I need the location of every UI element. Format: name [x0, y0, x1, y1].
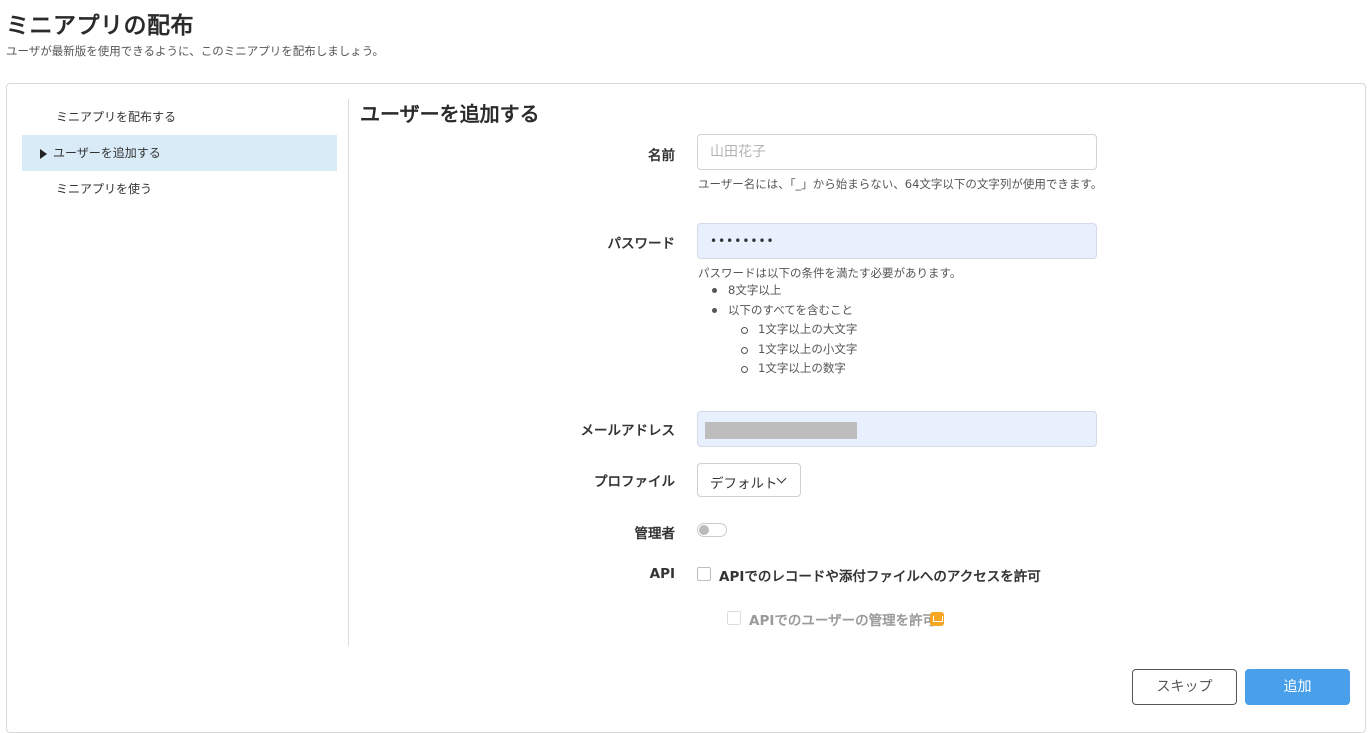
name-hint: ユーザー名には、「_」から始まらない、64文字以下の文字列が使用できます。 — [698, 177, 1103, 191]
password-subrule: 1文字以上の小文字 — [698, 340, 961, 360]
password-rule: 8文字以上 — [698, 281, 961, 301]
page-title: ミニアプリの配布 — [6, 13, 194, 39]
password-rule: 以下のすべてを含むこと — [698, 301, 961, 321]
profile-select-value: デフォルト — [710, 476, 778, 492]
api-user-mgmt-checkbox[interactable] — [727, 611, 741, 625]
admin-label: 管理者 — [634, 526, 676, 542]
current-step-arrow-icon — [40, 149, 47, 159]
api-access-checkbox[interactable] — [697, 567, 711, 581]
api-user-mgmt-label[interactable]: APIでのユーザーの管理を許可 — [749, 609, 936, 629]
step-use-miniapp[interactable]: ミニアプリを使う — [22, 171, 337, 207]
section-title: ユーザーを追加する — [360, 102, 540, 126]
skip-button[interactable]: スキップ — [1132, 669, 1237, 705]
step-label: ユーザーを追加する — [53, 146, 161, 160]
profile-select[interactable]: デフォルト — [697, 463, 801, 497]
premium-badge-icon — [930, 612, 944, 626]
name-input[interactable] — [697, 134, 1097, 170]
password-subrule: 1文字以上の数字 — [698, 359, 961, 379]
step-label: ミニアプリを配布する — [56, 110, 177, 124]
step-label: ミニアプリを使う — [56, 182, 153, 196]
page-subtitle: ユーザが最新版を使用できるように、このミニアプリを配布しましょう。 — [6, 44, 385, 58]
chevron-down-icon — [776, 473, 787, 484]
name-label: 名前 — [648, 148, 675, 164]
redacted-email-value — [705, 422, 857, 439]
step-list: ミニアプリを配布する ユーザーを追加する ミニアプリを使う — [22, 99, 337, 207]
api-access-label[interactable]: APIでのレコードや添付ファイルへのアクセスを許可 — [719, 565, 1041, 585]
add-button[interactable]: 追加 — [1245, 669, 1350, 705]
password-rules-intro: パスワードは以下の条件を満たす必要があります。 — [698, 266, 962, 280]
email-label: メールアドレス — [580, 423, 676, 439]
password-subrule: 1文字以上の大文字 — [698, 320, 961, 340]
admin-toggle[interactable] — [697, 523, 727, 537]
api-label: API — [649, 566, 675, 582]
wizard-panel: ミニアプリを配布する ユーザーを追加する ミニアプリを使う ユーザーを追加する … — [6, 83, 1366, 733]
step-distribute-miniapp[interactable]: ミニアプリを配布する — [22, 99, 337, 135]
toggle-knob — [699, 525, 709, 535]
password-rules: パスワードは以下の条件を満たす必要があります。 8文字以上 以下のすべてを含むこ… — [698, 265, 961, 379]
vertical-divider — [348, 99, 349, 646]
step-add-users[interactable]: ユーザーを追加する — [22, 135, 337, 171]
password-input[interactable]: •••••••• — [697, 223, 1097, 259]
password-label: パスワード — [607, 236, 676, 252]
profile-label: プロファイル — [594, 474, 675, 490]
email-input[interactable] — [697, 411, 1097, 447]
